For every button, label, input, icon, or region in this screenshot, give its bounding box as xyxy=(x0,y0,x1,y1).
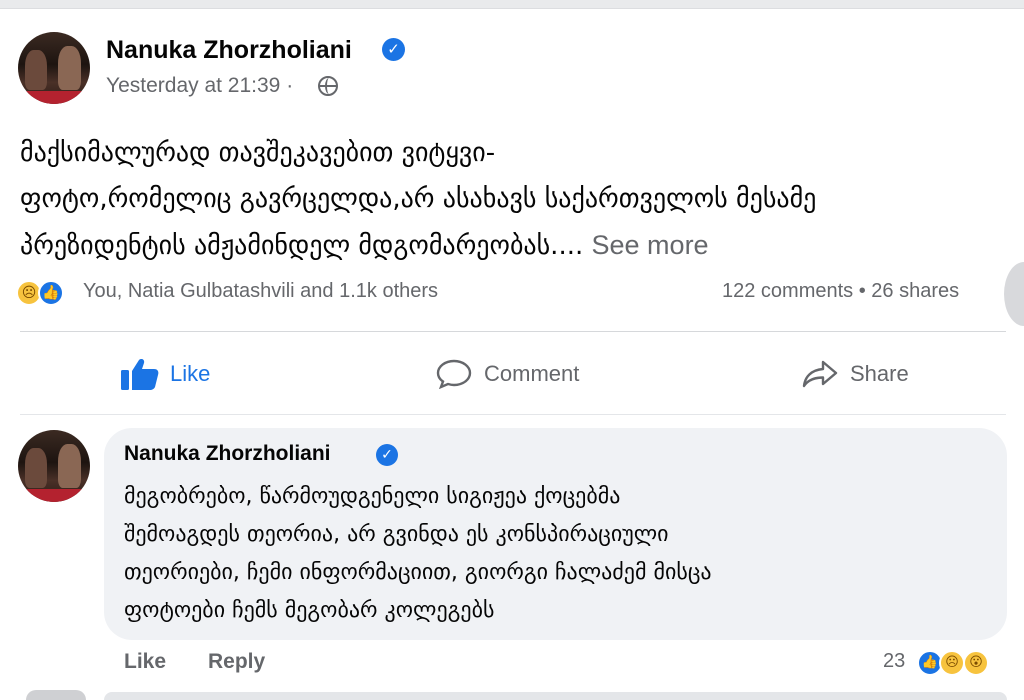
see-more-link[interactable]: See more xyxy=(592,230,709,260)
sad-reaction-icon: ☹ xyxy=(939,650,965,676)
post-body: მაქსიმალურად თავშეკავებით ვიტყვი- ფოტო,რ… xyxy=(20,130,1010,269)
thumbs-up-icon xyxy=(121,359,159,390)
comment-body-line: მეგობრებო, წარმოუდგენელი სიგიჟეა ქოცებმა xyxy=(124,484,621,509)
comment-reply-button[interactable]: Reply xyxy=(208,650,265,674)
post-body-line: მაქსიმალურად თავშეკავებით ვიტყვი- xyxy=(20,138,496,168)
comment-body-line: შემოაგდეს თეორია, არ გვინდა ეს კონსპირაც… xyxy=(124,522,669,547)
comment-bubble: Nanuka Zhorzholiani ✓ მეგობრებო, წარმოუდ… xyxy=(104,428,1007,640)
divider xyxy=(20,331,1006,332)
post-timestamp[interactable]: Yesterday at 21:39 · xyxy=(106,74,293,98)
top-separator-line xyxy=(0,8,1024,9)
share-arrow-icon xyxy=(802,360,838,388)
post-body-line: პრეზიდენტის ამჟამინდელ მდგომარეობას.... … xyxy=(20,222,1010,269)
comment-reaction-count: 23 xyxy=(883,650,906,672)
post-body-line-text: ფოტო,რომელიც გავრცელდა,არ ასახავს საქართ… xyxy=(20,184,817,214)
comment-like-button[interactable]: Like xyxy=(124,650,166,674)
wow-reaction-icon: 😮 xyxy=(963,650,989,676)
globe-icon[interactable] xyxy=(318,76,338,96)
scroll-edge-handle xyxy=(1004,262,1024,326)
like-button-label: Like xyxy=(170,361,211,386)
comment-author-avatar[interactable] xyxy=(18,430,90,502)
comment-button-label: Comment xyxy=(484,361,580,386)
share-button-label: Share xyxy=(850,361,909,386)
comments-shares-count[interactable]: 122 comments • 26 shares xyxy=(722,280,959,303)
like-reaction-icon: 👍 xyxy=(38,280,64,306)
comment-body: მეგობრებო, წარმოუდგენელი სიგიჟეა ქოცებმა… xyxy=(124,478,712,630)
verified-badge-icon: ✓ xyxy=(382,38,405,61)
comment-body-line: ფოტოები ჩემს მეგობარ კოლეგებს xyxy=(124,598,495,623)
verified-badge-icon: ✓ xyxy=(376,444,398,466)
next-comment-avatar xyxy=(26,690,86,700)
divider xyxy=(20,414,1006,415)
comment-body-line: თეორიები, ჩემი ინფორმაციით, გიორგი ჩალაძ… xyxy=(124,560,712,585)
comment-bubble-icon xyxy=(436,359,472,389)
post-body-line: ფოტო,რომელიც გავრცელდა,არ ასახავს საქართ… xyxy=(20,176,1010,222)
post-author-avatar[interactable] xyxy=(18,32,90,104)
next-comment-bubble xyxy=(104,692,1007,700)
comment-author-name[interactable]: Nanuka Zhorzholiani xyxy=(124,442,331,466)
post-author-name[interactable]: Nanuka Zhorzholiani xyxy=(106,36,352,65)
post-body-line-text: პრეზიდენტის ამჟამინდელ მდგომარეობას.... xyxy=(20,231,584,261)
reactions-text[interactable]: You, Natia Gulbatashvili and 1.1k others xyxy=(83,280,438,303)
top-separator xyxy=(0,0,1024,8)
